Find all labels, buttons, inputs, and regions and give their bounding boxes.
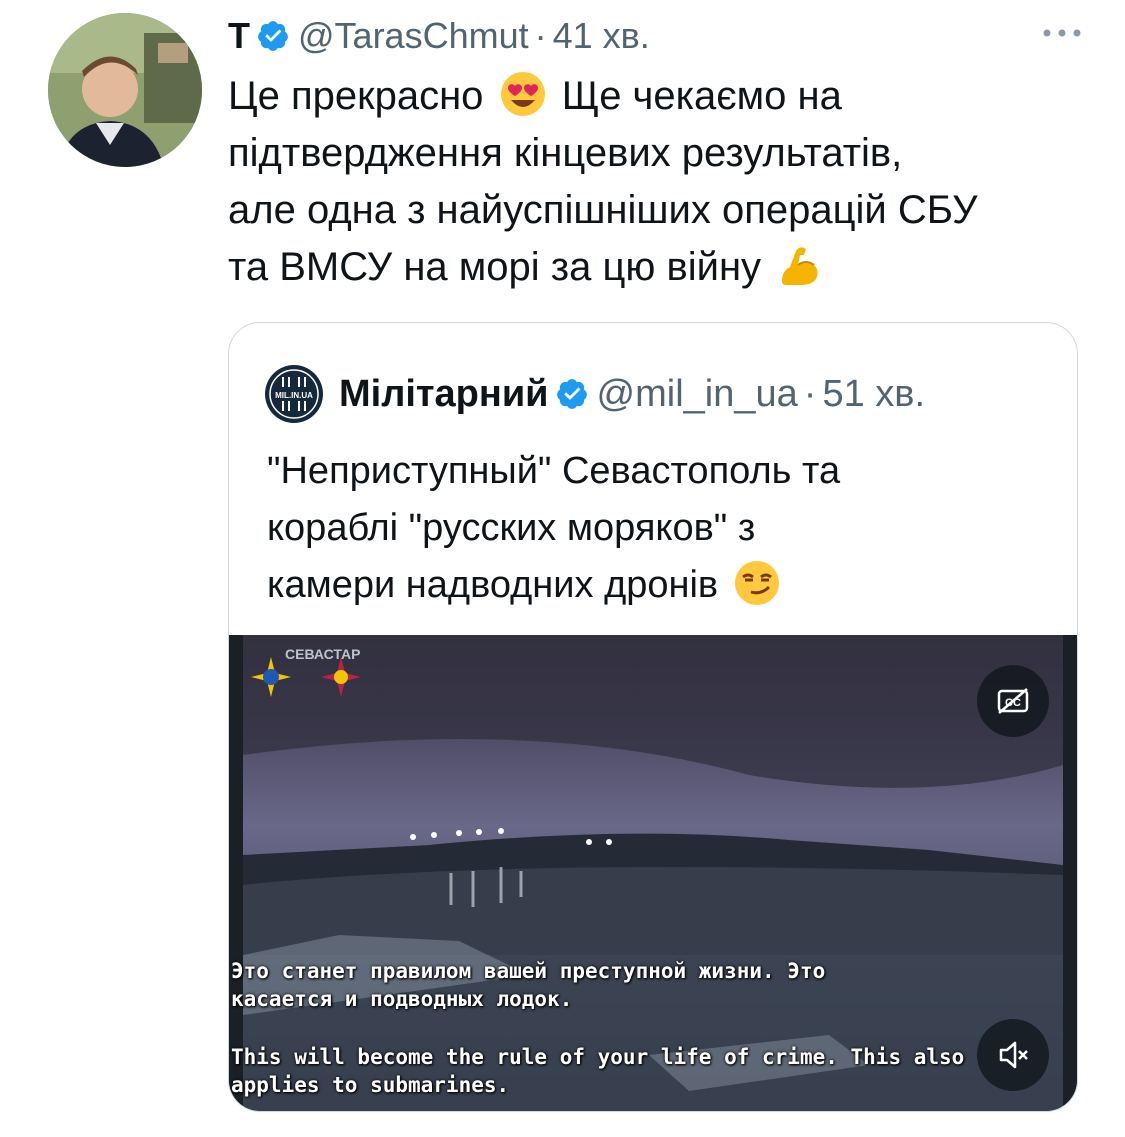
avatar-photo [48, 13, 202, 167]
subtitle-russian: Это станет правилом вашей преступной жиз… [231, 957, 971, 1013]
subtitle-en-line-1: This will become the rule of your life o… [231, 1045, 965, 1069]
tweet-line-1: Це прекрасно [228, 74, 484, 118]
quoted-tweet-header: MIL.IN.UA Мілітарний @mil_in_ua · 51 хв. [265, 365, 925, 423]
more-options-icon[interactable] [1039, 18, 1085, 48]
author-avatar[interactable] [48, 13, 202, 167]
quoted-tweet-text: "Неприступный" Севастополь та кораблі "р… [267, 443, 1027, 614]
tweet-line-2: Ще чекаємо на [561, 74, 842, 118]
verified-badge-icon [258, 21, 288, 51]
subtitle-ru-line-1: Это станет правилом вашей преступной жиз… [231, 959, 826, 983]
tweet-line-3: підтвердження кінцевих результатів, [228, 131, 903, 175]
subtitle-english: This will become the rule of your life o… [231, 1043, 971, 1099]
smirking-face-emoji-icon [734, 560, 779, 605]
quoted-author-handle[interactable]: @mil_in_ua [597, 373, 798, 416]
captions-off-icon: CC [997, 688, 1029, 714]
quoted-line-2: кораблі "русских моряков" з [267, 507, 756, 549]
tweet-header: T @TarasChmut · 41 хв. [228, 14, 1085, 58]
tweet-time[interactable]: 41 хв. [553, 15, 650, 57]
captions-button[interactable]: CC [977, 665, 1049, 737]
tweet-line-5: та ВМСУ на морі за цю війну [228, 245, 762, 289]
flexed-biceps-emoji-icon [782, 247, 818, 286]
quoted-line-3: камери надводних дронів [267, 564, 719, 606]
video-frame [229, 635, 1077, 1111]
video-player[interactable]: СЕВАСТАР CC Это станет правилом вашей пр… [229, 635, 1077, 1111]
subtitle-en-line-2: applies to submarines. [231, 1073, 510, 1097]
author-handle[interactable]: @TarasChmut [298, 15, 529, 57]
tweet-line-4: але одна з найуспішніших операцій СБУ [228, 188, 978, 232]
sbu-navy-logo-icon: СЕВАСТАР [251, 646, 361, 697]
quoted-tweet-time[interactable]: 51 хв. [822, 373, 925, 416]
separator-dot: · [534, 15, 547, 56]
verified-badge-icon [556, 379, 587, 409]
quoted-tweet[interactable]: MIL.IN.UA Мілітарний @mil_in_ua · 51 хв.… [228, 322, 1078, 1112]
author-name[interactable]: T [228, 15, 250, 57]
separator-dot: · [803, 372, 817, 415]
quoted-line-1: "Неприступный" Севастополь та [267, 450, 841, 492]
overlay-logo-text: СЕВАСТАР [285, 646, 361, 662]
mute-button[interactable] [977, 1019, 1049, 1091]
subtitle-ru-line-2: касается и подводных лодок. [231, 987, 573, 1011]
militarnyi-avatar-icon[interactable]: MIL.IN.UA [265, 365, 323, 423]
militarnyi-avatar-text: MIL.IN.UA [275, 391, 313, 400]
heart-eyes-emoji-icon [500, 72, 545, 117]
quoted-author-name[interactable]: Мілітарний [339, 373, 549, 416]
volume-muted-icon [999, 1041, 1028, 1069]
tweet-text: Це прекрасно Ще чекаємо на підтвердження… [228, 68, 1098, 296]
